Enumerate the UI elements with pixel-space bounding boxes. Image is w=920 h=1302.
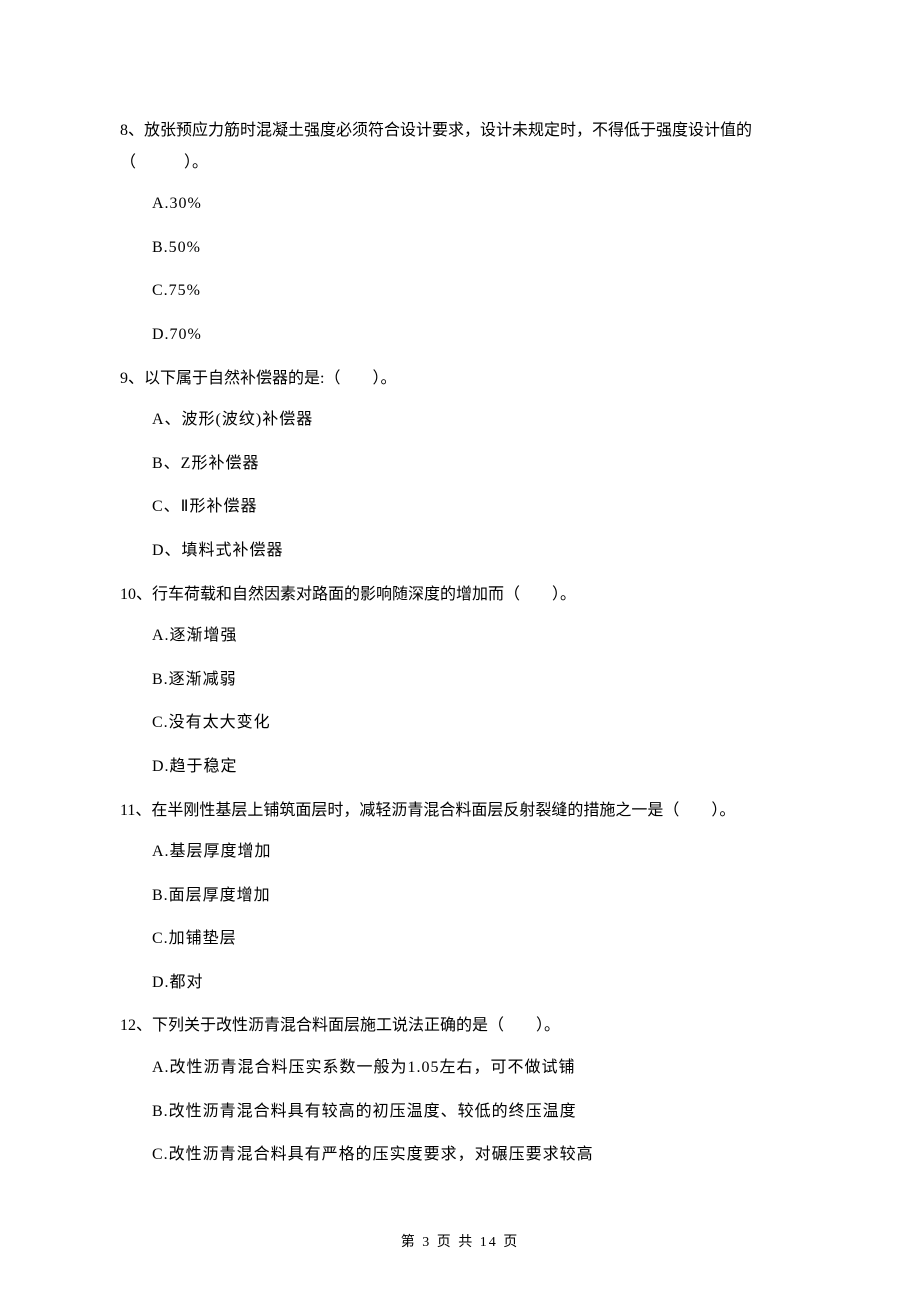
option-a: A.逐渐增强 — [152, 623, 803, 649]
option-c: C.没有太大变化 — [152, 710, 803, 736]
option-a: A.改性沥青混合料压实系数一般为1.05左右，可不做试铺 — [152, 1055, 803, 1081]
question-8: 8、放张预应力筋时混凝土强度必须符合设计要求，设计未规定时，不得低于强度设计值的… — [120, 118, 803, 348]
option-d: D.都对 — [152, 970, 803, 996]
options-group: A.基层厚度增加 B.面层厚度增加 C.加铺垫层 D.都对 — [120, 839, 803, 995]
question-text-a: 放张预应力筋时混凝土强度必须符合设计要求，设计未规定时，不得低于强度设计值的 — [144, 122, 752, 139]
option-a: A.30% — [152, 191, 803, 217]
option-b: B.逐渐减弱 — [152, 667, 803, 693]
option-c: C.75% — [152, 278, 803, 304]
question-number: 9、 — [120, 370, 144, 387]
option-b: B.50% — [152, 235, 803, 261]
options-group: A.30% B.50% C.75% D.70% — [120, 191, 803, 347]
question-text-a: 在半刚性基层上铺筑面层时，减轻沥青混合料面层反射裂缝的措施之一是（ ）。 — [151, 802, 735, 819]
question-stem: 12、下列关于改性沥青混合料面层施工说法正确的是（ ）。 — [120, 1013, 803, 1039]
page-footer: 第 3 页 共 14 页 — [0, 1232, 920, 1254]
question-text-a: 下列关于改性沥青混合料面层施工说法正确的是（ ）。 — [152, 1017, 560, 1034]
question-stem: 10、行车荷载和自然因素对路面的影响随深度的增加而（ ）。 — [120, 582, 803, 608]
option-b: B.改性沥青混合料具有较高的初压温度、较低的终压温度 — [152, 1099, 803, 1125]
option-b: B.面层厚度增加 — [152, 883, 803, 909]
option-c: C.改性沥青混合料具有严格的压实度要求，对碾压要求较高 — [152, 1142, 803, 1168]
question-10: 10、行车荷载和自然因素对路面的影响随深度的增加而（ ）。 A.逐渐增强 B.逐… — [120, 582, 803, 780]
question-text-a: 以下属于自然补偿器的是:（ ）。 — [144, 370, 396, 387]
question-11: 11、在半刚性基层上铺筑面层时，减轻沥青混合料面层反射裂缝的措施之一是（ ）。 … — [120, 798, 803, 996]
option-c: C、Ⅱ形补偿器 — [152, 494, 803, 520]
page-content: 8、放张预应力筋时混凝土强度必须符合设计要求，设计未规定时，不得低于强度设计值的… — [0, 0, 920, 1168]
question-stem: 11、在半刚性基层上铺筑面层时，减轻沥青混合料面层反射裂缝的措施之一是（ ）。 — [120, 798, 803, 824]
option-c: C.加铺垫层 — [152, 926, 803, 952]
question-number: 12、 — [120, 1017, 152, 1034]
question-number: 8、 — [120, 122, 144, 139]
option-d: D、填料式补偿器 — [152, 538, 803, 564]
question-text-a: 行车荷载和自然因素对路面的影响随深度的增加而（ ）。 — [152, 586, 576, 603]
question-9: 9、以下属于自然补偿器的是:（ ）。 A、波形(波纹)补偿器 B、Z形补偿器 C… — [120, 366, 803, 564]
question-text-b: （ ）。 — [120, 150, 803, 176]
option-a: A.基层厚度增加 — [152, 839, 803, 865]
option-d: D.70% — [152, 322, 803, 348]
question-number: 11、 — [120, 802, 151, 819]
option-d: D.趋于稳定 — [152, 754, 803, 780]
question-stem: 8、放张预应力筋时混凝土强度必须符合设计要求，设计未规定时，不得低于强度设计值的 — [120, 118, 803, 144]
question-12: 12、下列关于改性沥青混合料面层施工说法正确的是（ ）。 A.改性沥青混合料压实… — [120, 1013, 803, 1167]
options-group: A、波形(波纹)补偿器 B、Z形补偿器 C、Ⅱ形补偿器 D、填料式补偿器 — [120, 407, 803, 563]
question-stem: 9、以下属于自然补偿器的是:（ ）。 — [120, 366, 803, 392]
question-number: 10、 — [120, 586, 152, 603]
option-a: A、波形(波纹)补偿器 — [152, 407, 803, 433]
option-b: B、Z形补偿器 — [152, 451, 803, 477]
options-group: A.改性沥青混合料压实系数一般为1.05左右，可不做试铺 B.改性沥青混合料具有… — [120, 1055, 803, 1168]
options-group: A.逐渐增强 B.逐渐减弱 C.没有太大变化 D.趋于稳定 — [120, 623, 803, 779]
